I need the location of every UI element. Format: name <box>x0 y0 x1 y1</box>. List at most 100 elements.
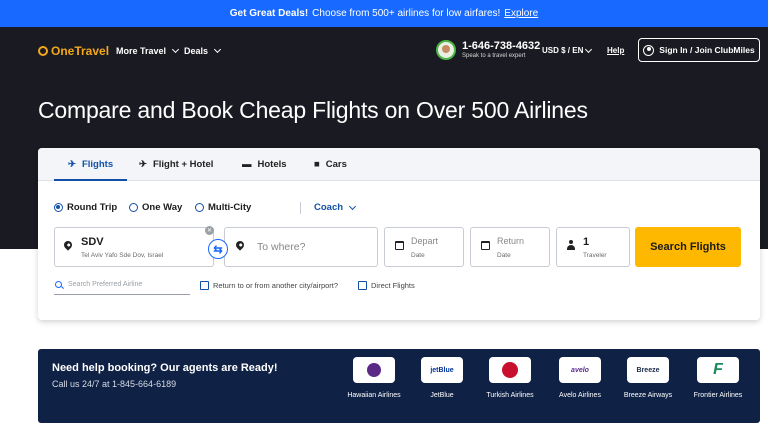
location-pin-icon <box>62 239 74 251</box>
cabin-class-label: Coach <box>314 202 344 213</box>
phone-number: 1-646-738-4632 <box>462 40 541 52</box>
travelers-count: 1 <box>583 236 590 248</box>
airline-name: JetBlue <box>430 392 454 399</box>
checkbox-icon <box>358 281 367 290</box>
from-name: Tel Aviv Yafo Sde Dov, Israel <box>81 252 164 259</box>
tab-flights-label: Flights <box>81 159 114 170</box>
logo-text: OneTravel <box>51 44 110 58</box>
agent-avatar <box>436 40 456 60</box>
tab-flight-hotel[interactable]: ✈ Flight + Hotel <box>139 159 213 170</box>
help-banner-subtitle: Call us 24/7 at 1-845-664-6189 <box>52 379 177 389</box>
user-icon <box>643 44 655 56</box>
nearby-airport-checkbox[interactable]: Return to or from another city/airport? <box>200 281 338 290</box>
location-pin-icon <box>234 239 246 251</box>
tab-flight-hotel-label: Flight + Hotel <box>152 159 214 170</box>
tab-cars[interactable]: ■ Cars <box>314 159 347 170</box>
plane-hotel-icon: ✈ <box>139 159 147 170</box>
promo-bold: Get Great Deals! <box>229 8 309 19</box>
tab-flights[interactable]: ✈ Flights <box>68 159 113 170</box>
swap-icon: ⇆ <box>213 243 223 256</box>
radio-icon <box>129 203 138 212</box>
airline-hawaiian[interactable]: Hawaiian Airlines <box>344 357 404 401</box>
checkbox-icon <box>200 281 209 290</box>
help-banner-title: Need help booking? Our agents are Ready! <box>52 362 278 374</box>
turkish-logo <box>489 357 531 383</box>
airline-frontier[interactable]: F Frontier Airlines <box>688 357 748 401</box>
nav-deals-label: Deals <box>184 46 209 56</box>
to-field[interactable]: To where? <box>224 227 378 267</box>
breeze-logo: Breeze <box>627 357 669 383</box>
depart-sub: Date <box>411 252 425 259</box>
logo-icon <box>38 46 48 56</box>
airline-avelo[interactable]: avelo Avelo Airlines <box>550 357 610 401</box>
hawaiian-logo <box>353 357 395 383</box>
travelers-label: Traveler <box>583 252 607 259</box>
nav-more-travel-label: More Travel <box>116 46 167 56</box>
chevron-down-icon <box>171 45 180 54</box>
search-flights-button[interactable]: Search Flights <box>635 227 741 267</box>
car-icon: ■ <box>314 159 320 170</box>
travelers-field[interactable]: 1 Traveler <box>556 227 630 267</box>
promo-explore-link[interactable]: Explore <box>504 8 538 19</box>
frontier-logo: F <box>697 357 739 383</box>
airline-breeze[interactable]: Breeze Breeze Airways <box>618 357 678 401</box>
one-way-label: One Way <box>142 202 183 213</box>
preferred-airline-input[interactable]: Search Preferred Airline <box>54 279 190 295</box>
logo[interactable]: OneTravel <box>38 44 109 58</box>
radio-icon <box>195 203 204 212</box>
airline-name: Frontier Airlines <box>693 392 743 399</box>
airline-jetblue[interactable]: jetBlue JetBlue <box>412 357 472 401</box>
search-card: ✈ Flights ✈ Flight + Hotel ▬ Hotels ■ Ca… <box>38 148 760 320</box>
active-tab-indicator <box>54 179 127 181</box>
tab-hotels[interactable]: ▬ Hotels <box>242 159 287 170</box>
calendar-icon <box>481 241 490 250</box>
tab-cars-label: Cars <box>325 159 347 170</box>
direct-flights-label: Direct Flights <box>371 281 415 290</box>
chevron-down-icon <box>213 45 222 54</box>
return-sub: Date <box>497 252 511 259</box>
preferred-airline-placeholder: Search Preferred Airline <box>68 281 143 288</box>
depart-label: Depart <box>411 236 439 246</box>
from-code: SDV <box>81 236 104 248</box>
swap-airports-button[interactable]: ⇆ <box>208 239 228 259</box>
airline-turkish[interactable]: Turkish Airlines <box>480 357 540 401</box>
page-title: Compare and Book Cheap Flights on Over 5… <box>38 97 588 123</box>
calendar-icon <box>395 241 404 250</box>
airline-name: Avelo Airlines <box>559 392 601 399</box>
jetblue-logo: jetBlue <box>421 357 463 383</box>
avelo-logo: avelo <box>559 357 601 383</box>
trip-type-multi-city[interactable]: Multi-City <box>195 202 251 213</box>
trip-type-round-trip[interactable]: Round Trip <box>54 202 117 213</box>
multi-city-label: Multi-City <box>208 202 252 213</box>
radio-selected-icon <box>54 203 63 212</box>
from-field[interactable]: SDV Tel Aviv Yafo Sde Dov, Israel <box>54 227 214 267</box>
person-icon <box>567 240 575 251</box>
chevron-down-icon <box>349 202 357 210</box>
nav-deals[interactable]: Deals <box>184 45 222 56</box>
airline-name: Hawaiian Airlines <box>347 392 401 399</box>
nearby-airport-label: Return to or from another city/airport? <box>213 281 339 290</box>
airline-name: Breeze Airways <box>623 392 673 399</box>
return-date-field[interactable]: Return Date <box>470 227 550 267</box>
tab-hotels-label: Hotels <box>257 159 287 170</box>
phone-block[interactable]: 1-646-738-4632 Speak to a travel expert <box>462 40 540 59</box>
help-link[interactable]: Help <box>607 46 624 55</box>
trip-type-one-way[interactable]: One Way <box>129 202 182 213</box>
promo-bar: Get Great Deals! Choose from 500+ airlin… <box>0 0 768 27</box>
cabin-class-select[interactable]: Coach <box>314 202 357 213</box>
round-trip-label: Round Trip <box>67 202 118 213</box>
help-banner: Need help booking? Our agents are Ready!… <box>38 349 760 423</box>
phone-subtext: Speak to a travel expert <box>462 53 526 59</box>
airline-name: Turkish Airlines <box>486 392 534 399</box>
clear-from-icon[interactable]: ✕ <box>205 226 214 235</box>
sign-in-button[interactable]: Sign In / Join ClubMiles <box>638 38 760 62</box>
promo-text: Choose from 500+ airlines for low airfar… <box>312 8 501 19</box>
search-icon <box>55 281 62 288</box>
nav-more-travel[interactable]: More Travel <box>116 45 180 56</box>
direct-flights-checkbox[interactable]: Direct Flights <box>358 281 415 290</box>
plane-icon: ✈ <box>68 159 76 170</box>
divider <box>300 202 301 214</box>
bed-icon: ▬ <box>242 159 252 170</box>
depart-date-field[interactable]: Depart Date <box>384 227 464 267</box>
currency-language-selector[interactable]: USD $ / EN <box>542 45 593 55</box>
